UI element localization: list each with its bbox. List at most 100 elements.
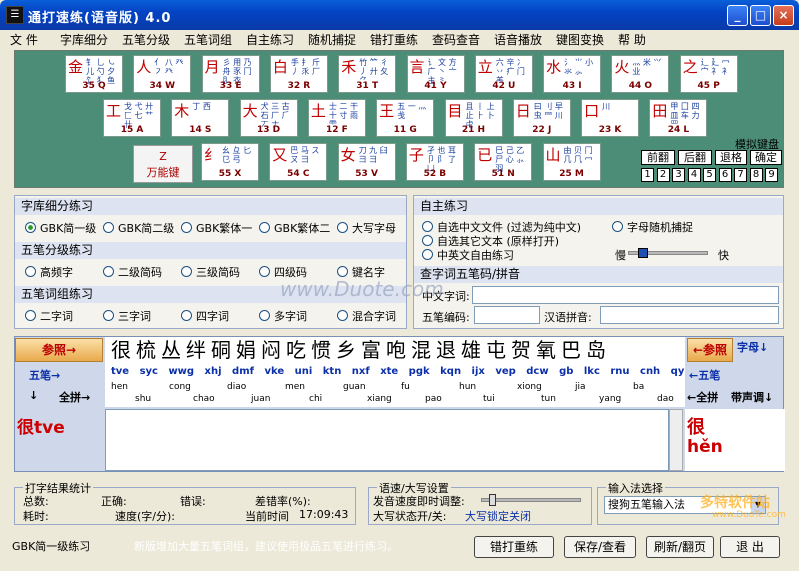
caps-status[interactable]: 大写锁定关闭 bbox=[465, 508, 531, 524]
radio-free-practice[interactable]: 中英文自由练习 bbox=[422, 247, 514, 263]
num-button-3[interactable]: 3 bbox=[672, 168, 685, 182]
key-code: 22 J bbox=[532, 125, 552, 135]
speech-speed-handle[interactable] bbox=[489, 494, 496, 506]
num-button-5[interactable]: 5 bbox=[703, 168, 716, 182]
maximize-button[interactable]: □ bbox=[750, 5, 771, 26]
radio-gbk-simple-1[interactable]: GBK简一级 bbox=[25, 220, 96, 236]
key-o[interactable]: 火灬 米 ⺍ 业 44 O bbox=[611, 55, 670, 93]
pinyin-input[interactable] bbox=[600, 306, 779, 324]
speech-speed-slider[interactable] bbox=[481, 498, 581, 502]
num-button-8[interactable]: 8 bbox=[749, 168, 763, 182]
typed-text: 很tve bbox=[17, 418, 65, 438]
num-button-6[interactable]: 6 bbox=[718, 168, 732, 182]
key-j[interactable]: 日曰 刂 早 虫 ⺜ 川 22 J bbox=[512, 99, 571, 137]
radio-high-freq[interactable]: 高频字 bbox=[25, 264, 73, 280]
confirm-button[interactable]: 确定 bbox=[750, 150, 782, 165]
radio-uppercase[interactable]: 大写字母 bbox=[337, 220, 396, 236]
key-i[interactable]: 水氵 ⺌ 小 氺 ⺗ 43 I bbox=[543, 55, 602, 93]
key-m[interactable]: 山由 贝 冂 几 ⺇ 冖 25 M bbox=[542, 143, 601, 181]
menu-chamachayin[interactable]: 查码查音 bbox=[432, 31, 480, 48]
menu-wubifenji[interactable]: 五笔分级 bbox=[122, 31, 170, 48]
key-code: 33 E bbox=[219, 81, 242, 91]
retry-errors-button[interactable]: 错打重练 bbox=[474, 536, 554, 558]
key-n[interactable]: 已巳 己 乙 尸 心 ⺗ 羽 51 N bbox=[474, 143, 533, 181]
key-s[interactable]: 木丁 西 14 S bbox=[171, 99, 230, 137]
app-icon[interactable]: ☰ bbox=[6, 6, 24, 24]
radio-multichar[interactable]: 多字词 bbox=[259, 308, 307, 324]
save-view-button[interactable]: 保存/查看 bbox=[564, 536, 636, 558]
menu-zizhulianxi[interactable]: 自主练习 bbox=[246, 31, 294, 48]
radio-level2[interactable]: 二级简码 bbox=[103, 264, 162, 280]
cn-word-input[interactable] bbox=[472, 286, 779, 304]
exit-button[interactable]: 退 出 bbox=[720, 536, 780, 558]
key-b[interactable]: 子孑 也 耳 卩 阝 了 凵 52 B bbox=[405, 143, 464, 181]
key-code: 24 L bbox=[667, 125, 690, 135]
input-scrollbar[interactable] bbox=[669, 409, 683, 471]
speed-slider-handle[interactable] bbox=[638, 248, 648, 258]
key-root: 之 bbox=[682, 58, 698, 76]
uppercase-toggle[interactable]: 字母↓ bbox=[735, 339, 770, 355]
radio-gbk-trad-1[interactable]: GBK繁体一 bbox=[181, 220, 252, 236]
minimize-button[interactable]: _ bbox=[727, 5, 748, 26]
radio-2char[interactable]: 二字词 bbox=[25, 308, 73, 324]
tone-toggle[interactable]: 带声调↓ bbox=[731, 389, 773, 405]
menu-suijibuzhuo[interactable]: 随机捕捉 bbox=[308, 31, 356, 48]
key-h[interactable]: 目且 丨 上 止 ⺊ 卜 虍 21 H bbox=[444, 99, 503, 137]
close-button[interactable]: × bbox=[773, 5, 794, 26]
page-prev-button[interactable]: 前翻 bbox=[641, 150, 675, 165]
key-x[interactable]: 纟幺 彑 匕 ⺋ 弓 55 X bbox=[201, 143, 259, 181]
key-a[interactable]: 工戈 弋 廾 匚 七 艹 卄 15 A bbox=[103, 99, 161, 137]
radio-mixed[interactable]: 混合字词 bbox=[337, 308, 396, 324]
radio-gbk-trad-2[interactable]: GBK繁体二 bbox=[259, 220, 330, 236]
pinyin-top: cong bbox=[169, 382, 191, 392]
num-button-1[interactable]: 1 bbox=[641, 168, 654, 182]
menu-wubicizu[interactable]: 五笔词组 bbox=[184, 31, 232, 48]
menu-help[interactable]: 帮 助 bbox=[618, 31, 646, 48]
backspace-button[interactable]: 退格 bbox=[715, 150, 747, 165]
radio-3char[interactable]: 三字词 bbox=[103, 308, 151, 324]
reference-button[interactable]: 参照→ bbox=[15, 338, 103, 362]
num-button-7[interactable]: 7 bbox=[734, 168, 747, 182]
key-q[interactable]: 金钅 乚 ㇃ 儿 勺 夕 饣 犭 鱼 35 Q bbox=[65, 55, 123, 93]
key-subroots: 刀 九 臼 彐 ⺕ bbox=[358, 146, 388, 164]
key-k[interactable]: 口川 23 K bbox=[581, 99, 640, 137]
menu-cuodachonglian[interactable]: 错打重练 bbox=[370, 31, 418, 48]
z-key[interactable]: Z 万能键 bbox=[133, 145, 193, 183]
num-button-9[interactable]: 9 bbox=[765, 168, 778, 182]
refresh-page-button[interactable]: 刷新/翻页 bbox=[646, 536, 714, 558]
menu-zikuxifen[interactable]: 字库细分 bbox=[60, 31, 108, 48]
key-root: 女 bbox=[340, 146, 356, 164]
key-root: 禾 bbox=[341, 58, 357, 76]
key-p[interactable]: 之辶 廴 冖 宀 礻 衤 45 P bbox=[679, 55, 738, 93]
pinyin-bottom: yang bbox=[599, 394, 622, 404]
pinyin-bottom: shu bbox=[135, 394, 152, 404]
num-button-2[interactable]: 2 bbox=[656, 168, 670, 182]
menu-yuyinbofang[interactable]: 语音播放 bbox=[494, 31, 542, 48]
radio-gbk-simple-2[interactable]: GBK简二级 bbox=[103, 220, 174, 236]
radio-level3[interactable]: 三级简码 bbox=[181, 264, 240, 280]
typing-input[interactable] bbox=[105, 409, 669, 471]
key-r[interactable]: 白手 扌 斤 丿 乑 厂 32 R bbox=[269, 55, 328, 93]
menu-jiantubianhuan[interactable]: 键图变换 bbox=[556, 31, 604, 48]
key-v[interactable]: 女刀 九 臼 彐 ⺕ 53 V bbox=[337, 143, 396, 181]
key-t[interactable]: 禾竹 ⺮ 彳 丿 廾 夂 ⺈ 31 T bbox=[338, 55, 397, 93]
radio-letter-capture[interactable]: 字母随机捕捉 bbox=[612, 219, 693, 235]
z-key-label: 万能键 bbox=[146, 166, 180, 179]
num-button-4[interactable]: 4 bbox=[687, 168, 701, 182]
key-u[interactable]: 立六 辛 冫 丷 疒 门 ⺷ 42 U bbox=[474, 55, 533, 93]
pinyin-bottom: juan bbox=[251, 394, 271, 404]
page-next-button[interactable]: 后翻 bbox=[678, 150, 712, 165]
key-e[interactable]: 月彡 用 乃 舟 豕 冂 ⺼ 衣 33 E bbox=[201, 55, 260, 93]
key-l[interactable]: 田甲 囗 四 皿 车 力 罒 24 L bbox=[649, 99, 708, 137]
key-g[interactable]: 王五 一 ⺣ 戋 11 G bbox=[376, 99, 435, 137]
key-w[interactable]: 人亻 八 癶 ㇇ 癶 34 W bbox=[133, 55, 192, 93]
key-c[interactable]: 又巴 马 ス ㄡ ⺕ 54 C bbox=[269, 143, 328, 181]
pinyin-bottom: tui bbox=[483, 394, 495, 404]
reference-right-button[interactable]: ←参照 bbox=[687, 338, 733, 362]
wubi-code-input[interactable] bbox=[474, 306, 540, 324]
key-d[interactable]: 大犬 三 古 石 厂 ⺁ 丆 ナ 13 D bbox=[239, 99, 298, 137]
menu-file[interactable]: 文 件 bbox=[10, 31, 38, 48]
radio-4char[interactable]: 四字词 bbox=[181, 308, 229, 324]
key-f[interactable]: 土士 二 干 十 寸 雨 ⻗ 12 F bbox=[307, 99, 366, 137]
key-y[interactable]: 言讠 文 方 广 丶 亠 主 ⺀ 41 Y bbox=[406, 55, 465, 93]
